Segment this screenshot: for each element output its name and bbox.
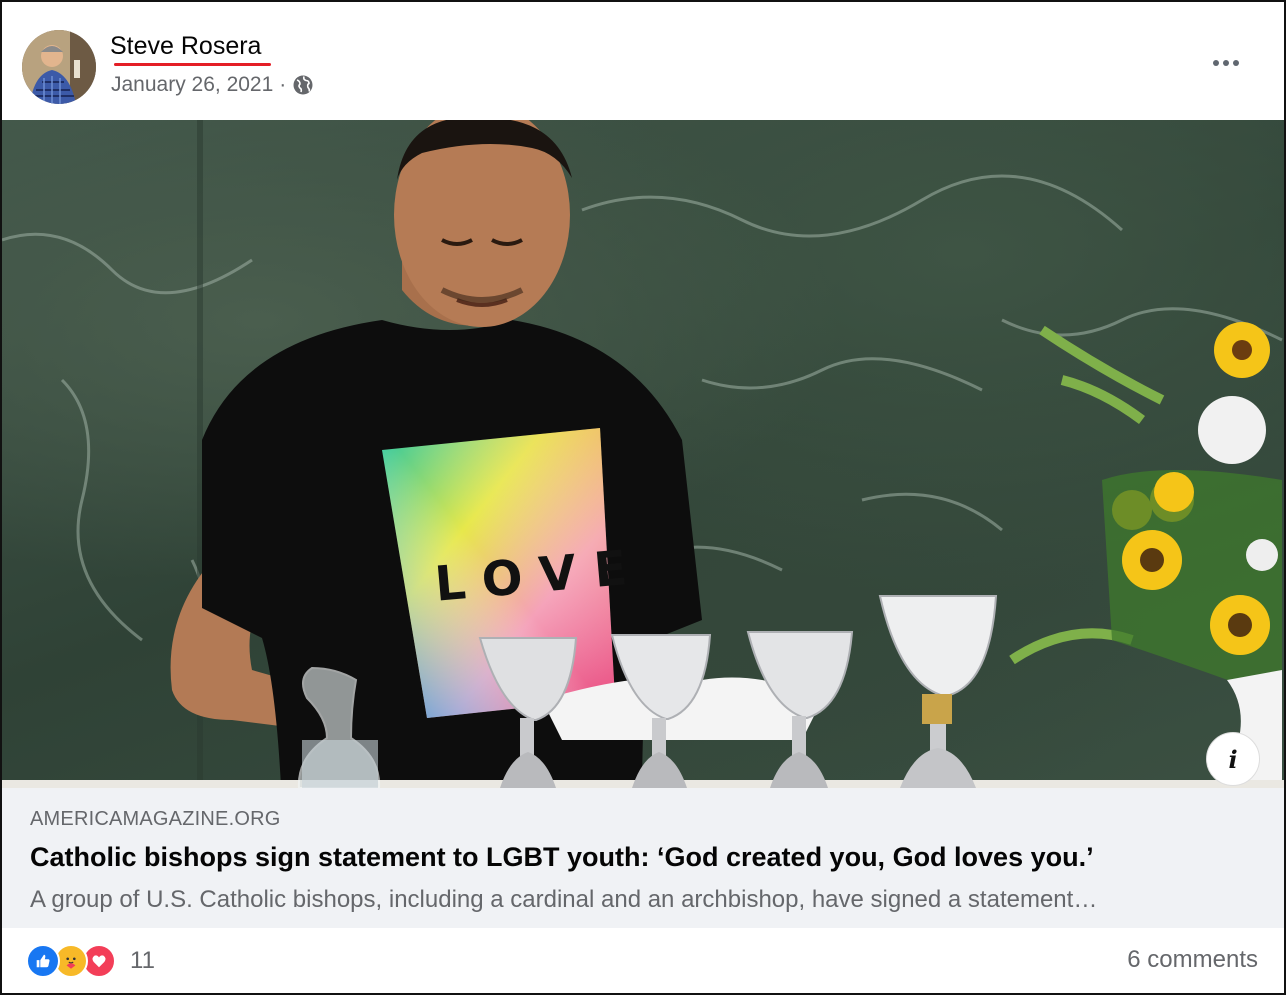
meta-separator: · (279, 73, 287, 96)
author-avatar[interactable] (22, 30, 96, 104)
link-domain: AMERICAMAGAZINE.ORG (30, 808, 281, 830)
reaction-count: 11 (130, 947, 155, 974)
post-date[interactable]: January 26, 2021 (111, 73, 273, 97)
globe-icon[interactable] (292, 74, 314, 96)
facebook-post: Steve Rosera January 26, 2021 · LOVE i A… (0, 0, 1286, 995)
like-icon (26, 944, 60, 978)
post-link-image[interactable]: LOVE i (2, 120, 1284, 788)
more-dot (1223, 60, 1229, 66)
post-footer: 11 6 comments (2, 928, 1284, 993)
author-underline-annotation (114, 63, 271, 66)
comments-count-link[interactable]: 6 comments (1127, 946, 1258, 974)
more-options-button[interactable] (1206, 48, 1246, 78)
more-dot (1233, 60, 1239, 66)
link-title[interactable]: Catholic bishops sign statement to LGBT … (30, 842, 1094, 873)
link-preview[interactable]: AMERICAMAGAZINE.ORG Catholic bishops sig… (2, 788, 1284, 928)
info-button[interactable]: i (1206, 732, 1260, 786)
link-description: A group of U.S. Catholic bishops, includ… (30, 886, 1098, 913)
author-name-link[interactable]: Steve Rosera (110, 32, 261, 61)
post-header: Steve Rosera January 26, 2021 · (2, 2, 1284, 120)
post-meta: January 26, 2021 · (111, 73, 314, 97)
reactions-summary[interactable]: 11 (26, 944, 155, 978)
image-illustration: LOVE (2, 120, 1284, 788)
more-horizontal-icon (1213, 60, 1219, 66)
flowers (1009, 322, 1282, 780)
